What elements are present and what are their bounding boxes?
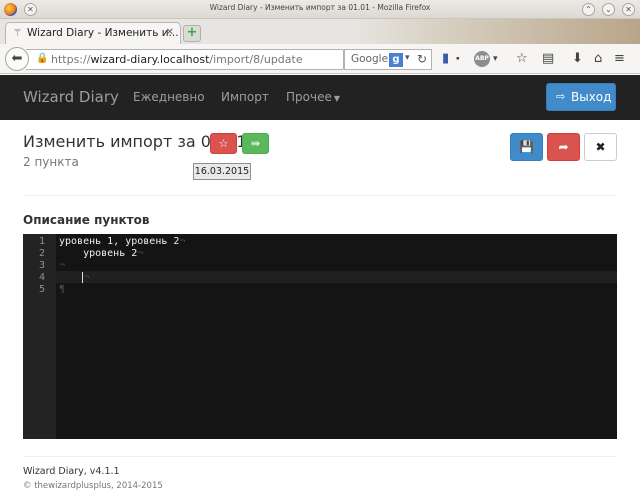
editor-gutter: 1 2 3 4 5 xyxy=(23,234,56,439)
code-line[interactable]: ¬ xyxy=(59,272,89,283)
import-arrow-icon: ⇛ xyxy=(250,137,261,150)
close-icon: ✖ xyxy=(595,140,606,154)
import-button[interactable]: ⇛ xyxy=(242,133,269,154)
footer-app-version: Wizard Diary, v4.1.1 xyxy=(23,466,120,477)
save-button[interactable]: 💾 xyxy=(510,133,543,161)
code-line[interactable]: ¶ xyxy=(59,284,65,295)
footer-divider xyxy=(23,456,617,457)
lock-icon: 🔒 xyxy=(36,53,49,64)
url-bar[interactable]: 🔒 https://wizard-diary.localhost/import/… xyxy=(26,49,344,70)
browser-tab-label: Wizard Diary - Изменить и... xyxy=(27,27,179,39)
text-cursor xyxy=(82,272,83,283)
download-icon[interactable]: ⬇ xyxy=(572,51,583,66)
logout-icon: ⇨ xyxy=(556,90,566,103)
wand-icon: ⚚ xyxy=(13,28,22,39)
menu-icon[interactable]: ≡ xyxy=(614,51,625,66)
line-number: 5 xyxy=(38,284,45,295)
back-arrow-icon: ⬅ xyxy=(11,51,23,66)
new-tab-button[interactable]: + xyxy=(183,25,201,42)
search-engine-name: Google xyxy=(351,53,389,65)
download-status-icon[interactable]: ⬝ xyxy=(456,51,460,66)
window-titlebar: ✕ Wizard Diary - Изменить импорт за 01.0… xyxy=(0,0,640,19)
close-button[interactable]: ✖ xyxy=(584,133,617,161)
chevron-down-icon: ▾ xyxy=(405,53,410,63)
share-icon: ➦ xyxy=(558,140,569,154)
share-button[interactable]: ➦ xyxy=(547,133,580,161)
line-number: 2 xyxy=(38,248,45,259)
google-icon: g xyxy=(389,53,403,67)
maximize-icon[interactable]: ⌄ xyxy=(602,3,615,16)
code-line[interactable]: уровень 1, уровень 2¬ xyxy=(59,236,185,247)
reload-icon[interactable]: ↻ xyxy=(417,52,427,66)
close-window-icon[interactable]: ✕ xyxy=(622,3,635,16)
bookmark-list-icon[interactable]: ▤ xyxy=(542,51,554,66)
caret-down-icon: ▼ xyxy=(333,94,340,103)
url-text: https://wizard-diary.localhost/import/8/… xyxy=(51,53,303,66)
star-icon[interactable]: ☆ xyxy=(516,51,528,66)
line-number: 3 xyxy=(38,260,45,271)
line-number: 1 xyxy=(38,236,45,247)
nav-item-daily[interactable]: Ежедневно xyxy=(133,90,205,104)
minimize-icon[interactable]: ⌃ xyxy=(582,3,595,16)
divider xyxy=(23,195,617,196)
window-title: Wizard Diary - Изменить импорт за 01.01 … xyxy=(209,3,431,12)
bookmarks-icon[interactable]: ▮ xyxy=(442,51,449,66)
home-icon[interactable]: ⌂ xyxy=(594,51,602,66)
adblock-icon[interactable]: ABP xyxy=(474,51,490,67)
search-bar[interactable]: Google g ▾ ↻ xyxy=(344,49,432,70)
nav-item-other[interactable]: Прочее ▼ xyxy=(286,90,340,104)
logout-label: Выход xyxy=(571,90,612,104)
line-number: 4 xyxy=(38,272,45,283)
browser-tab[interactable]: ⚚ Wizard Diary - Изменить и... ✕ xyxy=(5,22,181,44)
footer-copyright: © thewizardplusplus, 2014-2015 xyxy=(23,481,163,491)
save-icon: 💾 xyxy=(519,140,534,154)
chevron-down-icon[interactable]: ▾ xyxy=(493,54,498,64)
favorite-button[interactable]: ☆ xyxy=(210,133,237,154)
browser-toolbar: 🔒 https://wizard-diary.localhost/import/… xyxy=(0,44,640,74)
tab-close-icon[interactable]: ✕ xyxy=(166,27,174,38)
active-line-highlight xyxy=(56,271,617,283)
date-tooltip: 16.03.2015 xyxy=(193,163,251,180)
nav-item-other-label: Прочее xyxy=(286,90,332,104)
nav-item-import[interactable]: Импорт xyxy=(221,90,269,104)
code-line[interactable]: уровень 2¬ xyxy=(59,248,143,259)
code-editor[interactable]: 1 2 3 4 5 уровень 1, уровень 2¬ уровень … xyxy=(23,234,617,439)
tab-strip: ⚚ Wizard Diary - Изменить и... ✕ + xyxy=(0,19,640,44)
code-line[interactable]: ¬ xyxy=(59,260,65,271)
app-navbar: Wizard Diary Ежедневно Импорт Прочее ▼ ⇨ … xyxy=(0,75,640,120)
section-label: Описание пунктов xyxy=(23,213,150,227)
logout-button[interactable]: ⇨ Выход xyxy=(546,83,616,111)
star-icon: ☆ xyxy=(218,137,229,150)
brand-link[interactable]: Wizard Diary xyxy=(23,88,119,106)
back-button[interactable]: ⬅ xyxy=(5,47,29,71)
points-count: 2 пункта xyxy=(23,155,79,169)
